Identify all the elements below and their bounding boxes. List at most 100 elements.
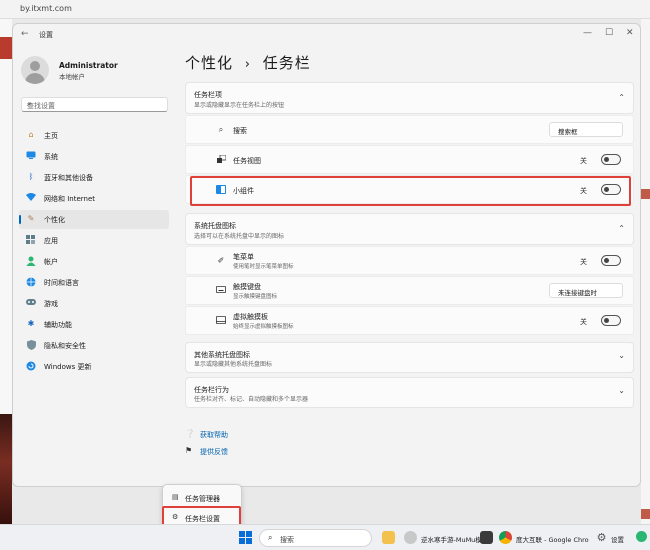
active-indicator [19,215,21,224]
setting-label: 触摸键盘 [233,283,261,291]
sidebar-item-bluetooth[interactable]: ᛒ 蓝牙和其他设备 [19,168,169,187]
sidebar-item-label: Windows 更新 [44,363,92,371]
pen-menu-toggle[interactable] [601,255,621,266]
setting-row-search: ⌕ 搜索 搜索框 ⌄ [185,115,634,144]
task-view-toggle[interactable] [601,154,621,165]
feedback-link[interactable]: 提供反馈 [200,447,228,457]
keyboard-icon [216,286,226,296]
taskbar-app-chrome[interactable]: 度大互联 - Google Chro [499,529,589,547]
section-subtitle: 任务栏对齐、标记、自动隐藏和多个显示器 [194,396,309,403]
shield-icon [26,340,36,350]
taskbar-app-label: 设置 [611,536,624,544]
virtual-touchpad-toggle[interactable] [601,315,621,326]
breadcrumb-parent[interactable]: 个性化 [185,54,233,72]
settings-gear-icon: ⚙ [596,531,607,544]
sidebar-item-personalization[interactable]: ✎ 个性化 [19,210,169,229]
settings-window: ← 设置 — ☐ ✕ Administrator 本地帐户 查找设置 ⌕ ⌂ 主… [12,23,641,487]
taskbar-tray-app[interactable] [636,529,648,547]
chevron-down-icon[interactable]: ⌄ [618,386,625,395]
background-stripe [641,189,650,199]
accessibility-icon: ✱ [27,319,35,328]
other-tray-icons-header[interactable]: 其他系统托盘图标 显示或隐藏其他系统托盘图标 ⌄ [185,342,634,373]
windows-logo-tile [246,538,252,544]
setting-label: 任务视图 [233,157,261,165]
avatar[interactable] [21,56,49,84]
breadcrumb: 个性化 › 任务栏 [185,52,311,73]
windows-taskbar: ⌕ 搜索 逆水寒手游-MuMu模拟 度大互联 - Google Chro ⚙ 设… [0,524,650,550]
sidebar-item-network[interactable]: 网络和 Internet [19,189,169,208]
taskbar-app-other[interactable] [480,529,494,547]
breadcrumb-separator: › [244,57,251,72]
taskbar-search-label: 搜索 [280,536,294,544]
touch-keyboard-dropdown[interactable]: 未连接键盘时 ⌄ [549,283,623,298]
sidebar-item-accessibility[interactable]: ✱ 辅助功能 [19,315,169,334]
setting-row-virtual-touchpad: 虚拟触摸板 始终显示虚拟触摸板图标 关 [185,306,634,335]
wifi-icon [26,193,36,203]
maximize-button[interactable]: ☐ [605,28,613,38]
search-icon: ⌕ [27,100,31,108]
taskbar-search-box[interactable]: ⌕ 搜索 [259,529,372,547]
section-subtitle: 显示或隐藏显示在任务栏上的按钮 [194,102,285,109]
menu-item-task-manager[interactable]: ▤ 任务管理器 [167,489,239,507]
back-arrow-icon[interactable]: ← [21,29,29,39]
gamepad-icon [26,298,36,308]
tray-icons-header[interactable]: 系统托盘图标 选择可以在系统托盘中显示的图标 ⌃ [185,213,634,245]
background-page-right [641,19,650,524]
search-icon: ⌕ [218,125,224,134]
brush-icon: ✎ [27,214,35,223]
background-page-left [0,19,12,534]
task-view-icon [216,154,226,165]
tray-app-icon [636,531,647,542]
background-photo [0,414,12,534]
get-help-link[interactable]: 获取帮助 [200,430,228,440]
chevron-down-icon: ⌄ [558,286,564,294]
toggle-knob [604,157,609,162]
setting-label: 搜索 [233,127,247,135]
account-icon [26,256,36,266]
toggle-state-label: 关 [580,258,587,266]
sidebar-item-label: 网络和 Internet [44,195,96,203]
sidebar-item-gaming[interactable]: 游戏 [19,294,169,313]
setting-row-task-view: 任务视图 关 [185,145,634,174]
page-title: 任务栏 [262,54,311,72]
sidebar-item-privacy[interactable]: 隐私和安全性 [19,336,169,355]
setting-description: 始终显示虚拟触摸板图标 [233,324,294,330]
sidebar-item-time-language[interactable]: 时间和语言 [19,273,169,292]
user-name: Administrator [59,61,118,70]
browser-url[interactable]: by.itxmt.com [20,4,72,13]
sidebar-item-home[interactable]: ⌂ 主页 [19,126,169,145]
help-icon: ❔ [185,429,195,438]
sidebar-item-system[interactable]: 系统 [19,147,169,166]
taskbar-behaviors-header[interactable]: 任务栏行为 任务栏对齐、标记、自动隐藏和多个显示器 ⌄ [185,377,634,408]
taskbar-app-label: 逆水寒手游-MuMu模拟 [421,536,489,544]
chevron-up-icon[interactable]: ⌃ [618,224,625,233]
windows-logo-tile [239,538,245,544]
chevron-up-icon[interactable]: ⌃ [618,93,625,102]
search-mode-dropdown[interactable]: 搜索框 ⌄ [549,122,623,137]
avatar-shoulders [25,73,45,84]
task-manager-icon: ▤ [172,493,179,501]
touchpad-icon [216,316,226,326]
taskbar-items-header[interactable]: 任务栏项 显示或隐藏显示在任务栏上的按钮 ⌃ [185,82,634,114]
taskbar-app-explorer[interactable] [381,529,397,547]
start-button[interactable] [239,531,252,544]
section-subtitle: 显示或隐藏其他系统托盘图标 [194,361,273,368]
pen-icon: ✐ [217,256,225,265]
taskbar-app-settings[interactable]: ⚙ 设置 [595,529,635,547]
sidebar-item-label: 蓝牙和其他设备 [44,174,93,182]
sidebar-item-windows-update[interactable]: Windows 更新 [19,357,169,376]
close-button[interactable]: ✕ [626,28,634,38]
sidebar-item-label: 游戏 [44,300,58,308]
search-input[interactable]: 查找设置 ⌕ [21,97,168,112]
sidebar-item-accounts[interactable]: 帐户 [19,252,169,271]
sidebar-item-label: 时间和语言 [44,279,79,287]
sidebar-item-label: 帐户 [44,258,58,266]
sidebar-item-apps[interactable]: 应用 [19,231,169,250]
sidebar-item-label: 系统 [44,153,58,161]
setting-description: 使用笔时显示笔菜单图标 [233,264,294,270]
section-subtitle: 选择可以在系统托盘中显示的图标 [194,233,285,240]
minimize-button[interactable]: — [583,28,592,38]
sidebar-item-label: 个性化 [44,216,65,224]
chevron-down-icon[interactable]: ⌄ [618,351,625,360]
chevron-down-icon: ⌄ [558,125,564,133]
